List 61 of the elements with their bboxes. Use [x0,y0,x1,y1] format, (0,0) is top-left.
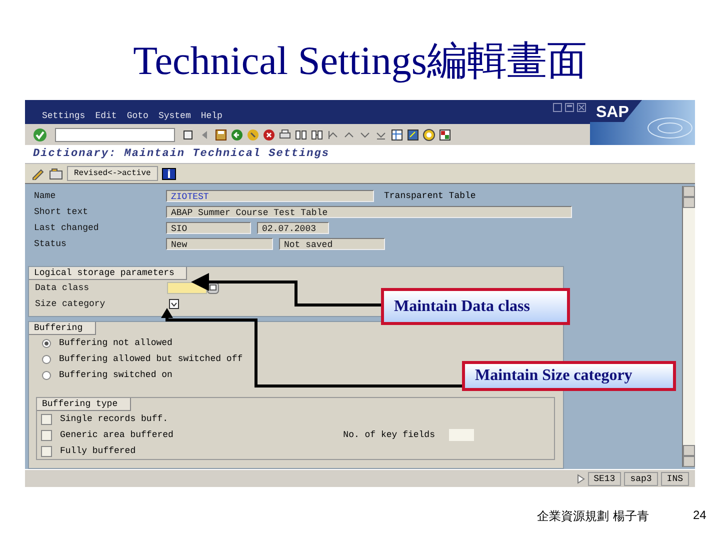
status-field: SE13 [588,472,622,486]
print-icon[interactable] [279,128,291,140]
field-value[interactable]: SIO [166,222,251,234]
field-value[interactable]: ABAP Summer Course Test Table [166,206,572,218]
minimize-icon[interactable] [553,103,562,112]
field-label: Last changed [33,223,100,233]
scrollbar[interactable] [682,186,695,467]
field-value[interactable]: New [166,238,273,250]
field-value[interactable]: 02.07.2003 [257,222,329,234]
save-icon[interactable] [215,128,227,140]
option-label: Single records buff. [60,414,168,424]
revised-active-button[interactable]: Revised<->active [67,166,158,181]
checkbox[interactable] [41,414,52,424]
option-label: Buffering switched on [59,370,172,380]
footer-text: 企業資源規劃 楊子青 [537,508,649,525]
menu-item[interactable]: Settings [42,111,86,121]
expand-icon[interactable] [576,474,585,484]
field-label: Status [33,239,68,249]
close-icon[interactable] [577,103,586,112]
cancel-icon[interactable] [263,128,275,140]
slide-title: Technical Settings編輯畫面 [133,38,587,84]
pencil-icon[interactable] [31,168,45,180]
command-field[interactable] [55,128,175,142]
option-label: Generic area buffered [60,430,174,440]
group-title: Logical storage parameters [29,267,188,280]
menu-item[interactable]: System [158,111,191,121]
status-field: INS [660,472,689,486]
field-label: Name [33,191,57,201]
checkbox[interactable] [41,446,52,456]
field-label: No. of key fields [343,430,435,440]
radio-button[interactable] [42,370,51,380]
check-icon[interactable] [33,128,47,142]
menu-item[interactable]: Goto [126,111,148,121]
callout: Maintain Data class [381,288,570,325]
field-value[interactable]: Not saved [279,238,385,250]
group-title: Buffering [29,322,96,335]
sap-logo: SAP [590,100,695,145]
radio-button[interactable] [42,354,51,364]
maximize-icon[interactable] [565,103,574,112]
option-label: Buffering allowed but switched off [59,354,243,364]
field-label: Short text [33,207,90,217]
option-label: Buffering not allowed [59,338,172,348]
menu-item[interactable]: Edit [95,111,117,121]
option-label: Fully buffered [60,446,136,456]
info-icon[interactable] [162,168,176,180]
table-type: Transparent Table [384,191,476,201]
field-label: Size category [34,299,106,309]
first-page-icon[interactable] [327,128,339,140]
window-title: Dictionary: Maintain Technical Settings [33,148,330,160]
field-label: Data class [34,283,90,293]
checkbox[interactable] [41,430,52,440]
menu-item[interactable]: Help [200,111,222,121]
back-icon[interactable] [231,128,243,140]
group-title: Buffering type [37,398,131,411]
dropdown-icon[interactable] [169,299,179,309]
field-value[interactable]: ZIOTEST [166,190,374,202]
callout: Maintain Size category [462,361,676,391]
page-number: 24 [693,508,706,522]
radio-button[interactable] [42,338,51,348]
status-field: sap3 [624,472,658,486]
key-fields-input[interactable] [449,429,474,441]
